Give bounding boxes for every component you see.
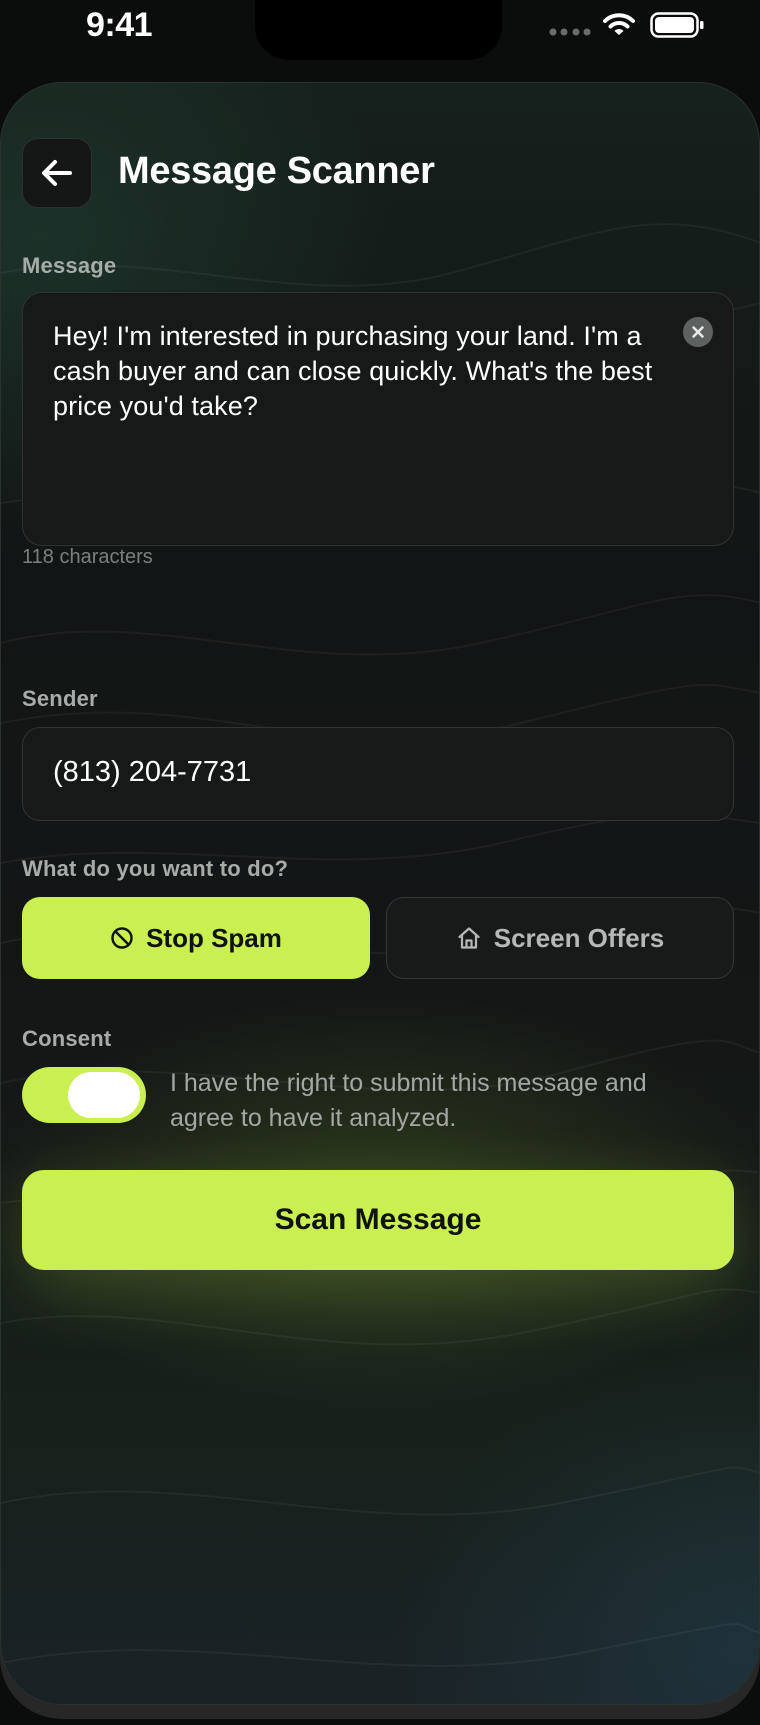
message-textarea[interactable]: Hey! I'm interested in purchasing your l… (22, 292, 734, 546)
cellular-signal-icon (549, 28, 591, 36)
wifi-icon (603, 13, 635, 35)
sender-field[interactable]: (813) 204-7731 (22, 727, 734, 821)
character-count: 118 characters (22, 546, 153, 568)
status-time: 9:41 (86, 6, 153, 44)
dynamic-island (255, 0, 502, 60)
back-button[interactable] (22, 138, 92, 208)
arrow-left-icon (42, 160, 72, 186)
close-icon (692, 326, 704, 338)
ban-icon (111, 927, 133, 949)
stop-spam-button[interactable]: Stop Spam (22, 897, 370, 979)
scan-message-button[interactable]: Scan Message (22, 1170, 734, 1270)
intent-label: What do you want to do? (22, 856, 289, 881)
battery-icon (650, 12, 704, 38)
message-label: Message (22, 253, 117, 278)
page-title: Message Scanner (118, 150, 435, 192)
toggle-knob (68, 1072, 140, 1118)
status-bar: 9:41 (0, 0, 760, 60)
consent-toggle[interactable] (22, 1067, 146, 1123)
screen-offers-label: Screen Offers (493, 922, 665, 953)
message-text: Hey! I'm interested in purchasing your l… (53, 321, 653, 421)
clear-message-button[interactable] (683, 317, 713, 347)
app-screen: 9:41 Message Scanner Message Hey! I'm in… (0, 0, 760, 1725)
consent-label: Consent (22, 1026, 112, 1051)
sender-label: Sender (22, 686, 98, 711)
home-icon (458, 927, 480, 949)
screen-offers-button[interactable]: Screen Offers (386, 897, 734, 979)
sender-value: (813) 204-7731 (53, 756, 252, 788)
consent-text: I have the right to submit this message … (170, 1069, 647, 1132)
stop-spam-label: Stop Spam (146, 922, 282, 953)
